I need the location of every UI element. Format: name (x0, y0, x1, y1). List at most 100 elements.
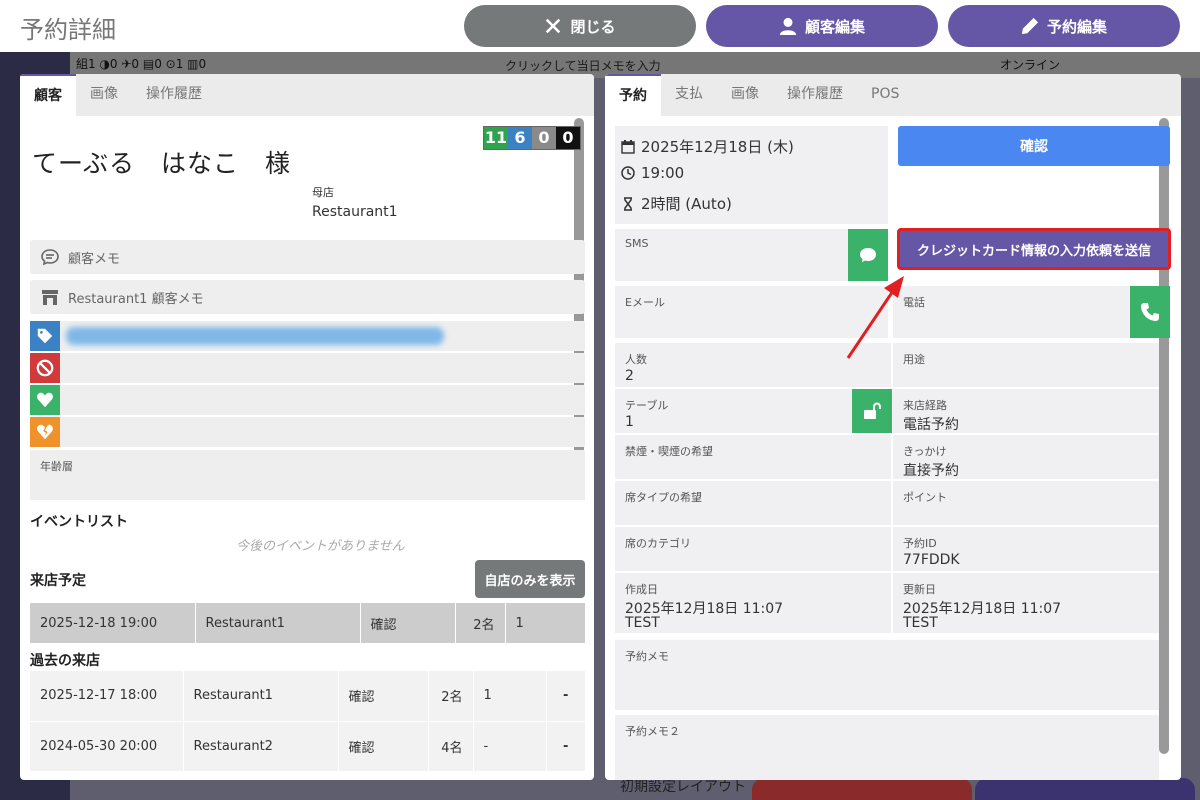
reservation-memo2-label: 予約メモ２ (625, 725, 680, 738)
tab-history[interactable]: 操作履歴 (132, 74, 216, 116)
score-reservations: 6 (508, 127, 532, 149)
tab-reservation[interactable]: 予約 (605, 74, 661, 116)
seat-type-field[interactable]: 席タイプの希望 (615, 481, 891, 525)
source-value: 電話予約 (903, 417, 959, 433)
visit-table: 1 (473, 671, 547, 721)
phone-field[interactable]: 電話 (893, 286, 1170, 338)
calendar-icon (621, 139, 635, 154)
tab-images[interactable]: 画像 (717, 74, 773, 116)
background-red-button (752, 778, 972, 800)
call-button[interactable] (1130, 286, 1170, 338)
past-visits-table: 2025-12-17 18:00 Restaurant1 確認 2名 1 - 2… (30, 671, 585, 772)
close-button[interactable]: 閉じる (464, 5, 696, 47)
chat-icon (41, 249, 59, 266)
background-memo-input: クリックして当日メモを入力 (505, 59, 661, 73)
ban-icon (30, 353, 60, 383)
visit-store: Restaurant1 (183, 671, 339, 721)
table-field[interactable]: テーブル 1 (615, 389, 891, 433)
tag-icon (30, 321, 60, 351)
age-group-field[interactable]: 年齢層 (30, 450, 585, 500)
visit-datetime: 2024-05-30 20:00 (30, 721, 184, 771)
reservation-time-row: 19:00 (621, 164, 684, 182)
user-icon (779, 17, 797, 35)
table-row[interactable]: 2025-12-18 19:00 Restaurant1 確認 2名 1 (30, 603, 585, 643)
email-label: Eメール (625, 296, 665, 309)
visit-store: Restaurant1 (195, 603, 361, 643)
seat-type-label: 席タイプの希望 (625, 491, 702, 504)
table-row[interactable]: 2024-05-30 20:00 Restaurant2 確認 4名 - - (30, 721, 585, 771)
source-field[interactable]: 来店経路 電話予約 (893, 389, 1159, 433)
tags-row[interactable] (30, 321, 585, 351)
score-visits: 11 (484, 127, 508, 149)
seat-category-label: 席のカテゴリ (625, 537, 691, 550)
store-memo-label: Restaurant1 顧客メモ (68, 291, 204, 307)
customer-name: てーぶる はなこ 様 (32, 149, 292, 178)
reservation-id-value: 77FDDK (903, 552, 960, 568)
unlock-icon (864, 402, 881, 419)
no-events-message: 今後のイベントがありません (236, 539, 405, 554)
reservation-id-label: 予約ID (903, 537, 937, 550)
purpose-field[interactable]: 用途 (893, 343, 1159, 387)
visit-extra: - (546, 671, 585, 721)
background-online-label: オンライン (1000, 58, 1061, 72)
reservation-tabs: 予約 支払 画像 操作履歴 POS (605, 74, 1181, 116)
table-value: 1 (625, 414, 634, 430)
visit-datetime: 2025-12-18 19:00 (30, 603, 196, 643)
updated-field: 更新日 2025年12月18日 11:07 TEST (893, 573, 1159, 633)
reservation-memo-field[interactable]: 予約メモ (615, 640, 1159, 710)
close-button-label: 閉じる (570, 17, 616, 36)
heart-icon (30, 385, 60, 415)
home-store-label: 母店 (312, 186, 334, 199)
points-field[interactable]: ポイント (893, 481, 1159, 525)
customer-panel: 顧客 画像 操作履歴 てーぶる はなこ 様 11 6 0 0 母店 Restau… (20, 74, 594, 780)
reservation-memo2-field[interactable]: 予約メモ２ (615, 715, 1159, 780)
confirm-status-button[interactable]: 確認 (898, 126, 1170, 166)
past-visits-title: 過去の来店 (30, 653, 100, 669)
visit-status: 確認 (360, 603, 456, 643)
customer-memo-field[interactable]: 顧客メモ (30, 240, 585, 274)
source-label: 来店経路 (903, 399, 947, 412)
background-stats: 組1 ◑0 ✈0 ▤0 ⊙1 ▥0 (76, 57, 207, 71)
tab-payment[interactable]: 支払 (661, 74, 717, 116)
tab-history[interactable]: 操作履歴 (773, 74, 857, 116)
store-memo-field[interactable]: Restaurant1 顧客メモ (30, 280, 585, 314)
sms-label: SMS (625, 237, 649, 250)
reservation-date-row: 2025年12月18日 (木) (621, 136, 794, 157)
tab-pos[interactable]: POS (857, 74, 913, 116)
created-label: 作成日 (625, 583, 658, 596)
updated-by: TEST (903, 615, 938, 631)
customer-tabs: 顧客 画像 操作履歴 (20, 74, 594, 116)
pencil-icon (1021, 17, 1039, 35)
tab-customer[interactable]: 顧客 (20, 74, 76, 116)
reservation-date: 2025年12月18日 (木) (641, 138, 794, 156)
visit-people: 4名 (428, 721, 474, 771)
created-field: 作成日 2025年12月18日 11:07 TEST (615, 573, 891, 633)
clock-icon (621, 166, 635, 180)
own-store-only-button[interactable]: 自店のみを表示 (475, 560, 585, 598)
background-purple-button (975, 778, 1195, 800)
send-card-request-button[interactable]: クレジットカード情報の入力依頼を送信 (898, 229, 1170, 269)
seat-category-field[interactable]: 席のカテゴリ (615, 527, 891, 571)
edit-reservation-button[interactable]: 予約編集 (948, 5, 1180, 47)
edit-customer-button[interactable]: 顧客編集 (706, 5, 938, 47)
broken-heart-icon (30, 417, 60, 447)
table-lock-button[interactable] (852, 389, 892, 433)
tab-images[interactable]: 画像 (76, 74, 132, 116)
blurred-tags (66, 327, 444, 345)
party-size-label: 人数 (625, 353, 647, 366)
chat-bubble-icon (860, 248, 876, 262)
age-group-label: 年齢層 (40, 460, 73, 473)
trigger-field[interactable]: きっかけ 直接予約 (893, 435, 1159, 479)
blocked-row[interactable] (30, 353, 585, 383)
likes-row[interactable] (30, 385, 585, 415)
phone-icon (1141, 303, 1159, 321)
score-cancellations: 0 (532, 127, 556, 149)
trigger-value: 直接予約 (903, 463, 959, 479)
home-store-value: Restaurant1 (312, 204, 398, 220)
reservation-scrollbar[interactable] (1159, 118, 1169, 754)
dislikes-row[interactable] (30, 417, 585, 447)
smoking-field[interactable]: 禁煙・喫煙の希望 (615, 435, 891, 479)
visit-datetime: 2025-12-17 18:00 (30, 671, 184, 721)
points-label: ポイント (903, 491, 947, 504)
table-row[interactable]: 2025-12-17 18:00 Restaurant1 確認 2名 1 - (30, 671, 585, 721)
